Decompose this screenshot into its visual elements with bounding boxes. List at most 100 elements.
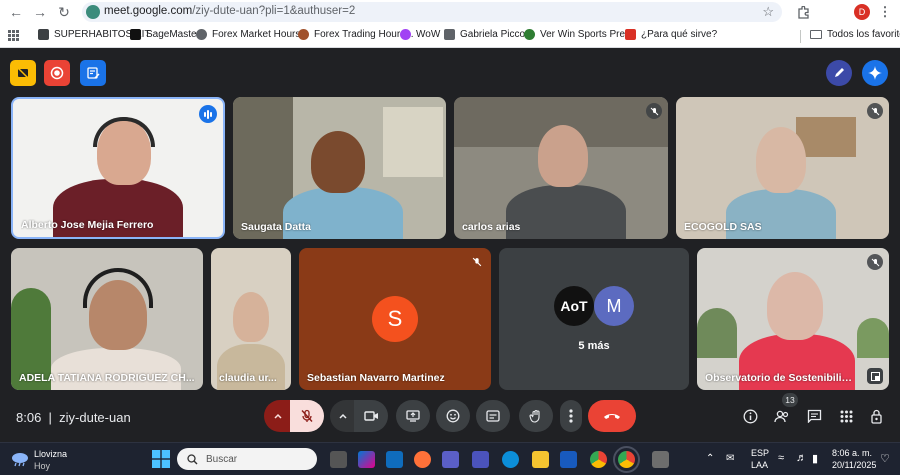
- chrome-icon[interactable]: [590, 451, 607, 468]
- search-icon: [187, 453, 198, 464]
- participant-tile[interactable]: S Sebastian Navarro Martinez: [299, 248, 491, 390]
- windows-start-icon[interactable]: [152, 450, 170, 468]
- participant-name: claudia ur...: [219, 372, 277, 384]
- copilot-icon[interactable]: [358, 451, 375, 468]
- address-bar[interactable]: meet.google.com/ziy-dute-uan?pli=1&authu…: [82, 2, 782, 22]
- meeting-info-button[interactable]: [738, 400, 762, 432]
- bookmark-item[interactable]: SageMaster: [130, 29, 200, 40]
- activities-button[interactable]: [834, 400, 858, 432]
- notifications-bell-icon[interactable]: ♡: [880, 452, 890, 465]
- bookmark-item[interactable]: ¿Para qué sirve?: [625, 29, 717, 40]
- reload-icon[interactable]: ↻: [54, 3, 74, 21]
- word-icon[interactable]: [560, 451, 577, 468]
- chrome-active-icon[interactable]: [613, 446, 640, 473]
- apps-grid-icon[interactable]: [4, 26, 22, 44]
- bookmark-item[interactable]: Gabriela Piccott: [444, 29, 531, 40]
- teams-work-icon[interactable]: [472, 451, 489, 468]
- mic-muted-icon: [646, 103, 662, 119]
- bookmark-item[interactable]: Forex Trading Hours...: [298, 29, 413, 40]
- meeting-time-code: 8:06 | ziy-dute-uan: [16, 410, 131, 425]
- participant-face: [756, 127, 806, 193]
- bookmark-star-icon[interactable]: ☆: [762, 4, 774, 20]
- raise-hand-button[interactable]: [519, 400, 553, 432]
- participant-tile[interactable]: claudia ur...: [211, 248, 291, 390]
- present-screen-button[interactable]: [396, 400, 430, 432]
- more-participants-tile[interactable]: AoT M 5 más: [499, 248, 689, 390]
- bookmark-item[interactable]: Ver Win Sports Pre...: [524, 29, 633, 40]
- headset-icon: [93, 117, 155, 147]
- people-count-badge: 13: [782, 393, 798, 407]
- audio-options-chevron-icon[interactable]: [264, 400, 292, 432]
- participant-tile[interactable]: ADELA TATIANA RODRIGUEZ CH...: [11, 248, 203, 390]
- participant-tile[interactable]: Saugata Datta: [233, 97, 446, 239]
- record-icon[interactable]: [44, 60, 70, 86]
- mic-toggle-button[interactable]: [290, 400, 324, 432]
- search-placeholder: Buscar: [206, 453, 238, 465]
- participant-name: carlos arias: [462, 221, 521, 233]
- hang-up-icon: [604, 414, 620, 419]
- notes-edit-icon[interactable]: [80, 60, 106, 86]
- battery-icon[interactable]: ▮: [812, 452, 818, 465]
- office-background: [383, 107, 443, 177]
- leave-call-button[interactable]: [588, 400, 636, 432]
- camera-off-extension-icon[interactable]: [10, 60, 36, 86]
- task-view-icon[interactable]: [330, 451, 347, 468]
- participant-tile[interactable]: carlos arias: [454, 97, 668, 239]
- participant-name: Alberto Jose Mejia Ferrero: [21, 219, 154, 231]
- pen-annotate-icon[interactable]: [826, 60, 852, 86]
- hand-icon: [529, 409, 540, 423]
- camera-icon: [363, 411, 378, 421]
- participant-tile[interactable]: Observatorio de Sostenibilid...: [697, 248, 889, 390]
- video-options-chevron-icon[interactable]: [330, 400, 356, 432]
- back-icon[interactable]: ←: [6, 3, 26, 21]
- all-bookmarks-folder[interactable]: Todos los favoritos: [810, 29, 900, 40]
- taskbar-app-icon[interactable]: [652, 451, 669, 468]
- weather-icon[interactable]: [10, 451, 30, 467]
- file-explorer-icon[interactable]: [532, 451, 549, 468]
- forward-icon[interactable]: →: [30, 3, 50, 21]
- firefox-icon[interactable]: [414, 451, 431, 468]
- tray-chevron-icon[interactable]: ⌃: [706, 453, 714, 464]
- participant-tile[interactable]: ECOGOLD SAS: [676, 97, 889, 239]
- participant-tile[interactable]: Alberto Jose Mejia Ferrero: [11, 97, 225, 239]
- gemini-sparkle-icon[interactable]: [862, 60, 888, 86]
- download-icon[interactable]: [830, 3, 844, 21]
- menu-kebab-icon[interactable]: ⋮: [876, 3, 894, 21]
- camera-toggle-button[interactable]: [354, 400, 388, 432]
- input-layout[interactable]: LAA: [751, 460, 768, 470]
- chat-button[interactable]: [802, 400, 826, 432]
- meeting-time: 8:06: [16, 410, 42, 425]
- participant-name: ECOGOLD SAS: [684, 221, 762, 233]
- emoji-icon: [446, 409, 460, 423]
- more-options-kebab-icon[interactable]: [560, 400, 582, 432]
- volume-icon[interactable]: ♬: [796, 452, 807, 464]
- participant-avatar: AoT: [554, 286, 594, 326]
- edge-icon[interactable]: [502, 451, 519, 468]
- site-info-icon[interactable]: [86, 5, 100, 19]
- captions-icon: [486, 410, 500, 422]
- extensions-icon[interactable]: [794, 3, 812, 21]
- tray-app-icon[interactable]: ✉: [726, 453, 734, 464]
- bookmark-item[interactable]: WoW: [400, 29, 440, 40]
- browser-toolbar: ← → ↻ meet.google.com/ziy-dute-uan?pli=1…: [0, 0, 900, 48]
- bookmark-favicon-icon: [130, 29, 141, 40]
- bookmark-favicon-icon: [298, 29, 309, 40]
- profile-avatar[interactable]: D: [854, 4, 870, 20]
- teams-icon[interactable]: [442, 451, 459, 468]
- bookmark-favicon-icon: [38, 29, 49, 40]
- participant-name: ADELA TATIANA RODRIGUEZ CH...: [19, 372, 195, 384]
- reactions-button[interactable]: [436, 400, 470, 432]
- bookmark-item[interactable]: Forex Market Hours...: [196, 29, 309, 40]
- pip-icon[interactable]: [867, 368, 883, 384]
- captions-button[interactable]: [476, 400, 510, 432]
- meeting-code: ziy-dute-uan: [59, 410, 131, 425]
- outlook-icon[interactable]: [386, 451, 403, 468]
- bookmark-favicon-icon: [196, 29, 207, 40]
- clock-date[interactable]: 20/11/2025: [832, 460, 876, 470]
- clock-time[interactable]: 8:06 a. m.: [832, 448, 872, 458]
- input-language[interactable]: ESP: [751, 448, 769, 458]
- host-controls-button[interactable]: [864, 400, 888, 432]
- taskbar-search-box[interactable]: Buscar: [177, 448, 317, 470]
- wifi-icon[interactable]: ≈: [778, 452, 784, 464]
- plant-background: [857, 318, 889, 358]
